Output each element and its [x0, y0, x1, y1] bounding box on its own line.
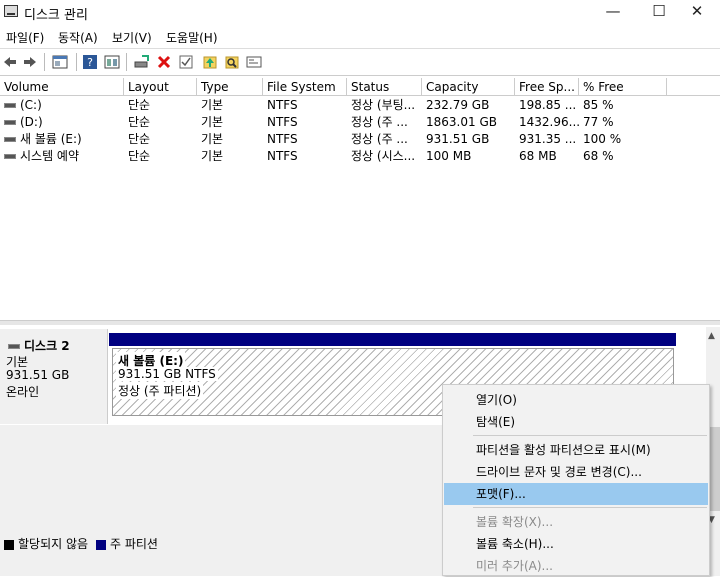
partition-status: 정상 (주 파티션) [116, 382, 204, 399]
capacity-cell: 232.79 GB [426, 98, 490, 112]
column-header-type[interactable]: Type [197, 78, 263, 96]
menu-action[interactable]: 동작(A) [58, 29, 98, 46]
file-system-cell: NTFS [267, 115, 298, 129]
free-space-cell: 1432.96... [519, 115, 579, 129]
percent-free-cell: 85 % [583, 98, 614, 112]
volume-cell: (D:) [0, 114, 124, 131]
type-cell: 기본 [201, 98, 224, 112]
close-button[interactable]: ✕ [674, 0, 720, 24]
capacity-cell: 100 MB [426, 149, 472, 163]
disk-status: 온라인 [6, 385, 40, 399]
menu-bar: 파일(F) 동작(A) 보기(V) 도움말(H) [0, 26, 720, 48]
status-cell: 정상 (시스... [351, 149, 416, 163]
toolbar-separator [76, 53, 77, 71]
menu-item-open[interactable]: 열기(O) [444, 389, 708, 411]
column-header-free-space[interactable]: Free Sp... [515, 78, 579, 96]
layout-cell: 단순 [128, 115, 151, 129]
window-title: 디스크 관리 [24, 8, 88, 23]
type-cell: 기본 [201, 132, 224, 146]
disk-icon [8, 344, 20, 349]
layout-cell: 단순 [128, 98, 151, 112]
volume-list: Volume Layout Type File System Status Ca… [0, 78, 720, 320]
column-header-percent-free[interactable]: % Free [579, 78, 667, 96]
column-header-filler [667, 78, 720, 96]
svg-text:?: ? [87, 56, 93, 69]
properties-icon[interactable] [52, 54, 68, 70]
column-header-capacity[interactable]: Capacity [422, 78, 515, 96]
menu-item-change-drive-letter[interactable]: 드라이브 문자 및 경로 변경(C)... [444, 461, 708, 483]
menu-separator [473, 507, 707, 508]
menu-item-extend-volume[interactable]: 볼륨 확장(X)... [444, 511, 708, 533]
drive-icon [4, 154, 16, 159]
menu-item-explore[interactable]: 탐색(E) [444, 411, 708, 433]
drive-icon [4, 137, 16, 142]
legend-item-unallocated: 할당되지 않음 [4, 535, 88, 552]
percent-free-cell: 77 % [583, 115, 614, 129]
volume-cell: 새 볼륨 (E:) [0, 131, 124, 148]
percent-free-cell: 100 % [583, 132, 622, 146]
drive-icon [4, 120, 16, 125]
column-header-layout[interactable]: Layout [124, 78, 197, 96]
file-system-cell: NTFS [267, 98, 298, 112]
drive-icon [4, 103, 16, 108]
partition-header-bar [109, 333, 676, 346]
menu-file[interactable]: 파일(F) [6, 29, 44, 46]
free-space-cell: 931.35 ... [519, 132, 577, 146]
toolbar-separator [126, 53, 127, 71]
type-cell: 기본 [201, 115, 224, 129]
layout-cell: 단순 [128, 149, 151, 163]
title-bar: 디스크 관리 — ☐ ✕ [0, 0, 720, 24]
search-icon[interactable] [224, 54, 240, 70]
scroll-up-arrow-icon[interactable]: ▲ [708, 331, 715, 341]
view-icon[interactable] [104, 54, 120, 70]
menu-item-shrink-volume[interactable]: 볼륨 축소(H)... [444, 533, 708, 555]
settings-icon[interactable] [246, 54, 262, 70]
percent-free-cell: 68 % [583, 149, 614, 163]
menu-view[interactable]: 보기(V) [112, 29, 152, 46]
back-icon[interactable] [2, 54, 18, 70]
file-system-cell: NTFS [267, 132, 298, 146]
capacity-cell: 1863.01 GB [426, 115, 497, 129]
layout-cell: 단순 [128, 132, 151, 146]
volume-cell: 시스템 예약 [0, 148, 124, 165]
help-icon[interactable]: ? [82, 54, 98, 70]
capacity-cell: 931.51 GB [426, 132, 490, 146]
menu-separator [473, 435, 707, 436]
status-cell: 정상 (주 ... [351, 132, 408, 146]
menu-item-format[interactable]: 포맷(F)... [444, 483, 708, 505]
disk-management-app-icon [4, 5, 18, 17]
status-cell: 정상 (부팅... [351, 98, 416, 112]
menu-item-add-mirror[interactable]: 미러 추가(A)... [444, 555, 708, 577]
forward-icon[interactable] [22, 54, 38, 70]
volume-cell: (C:) [0, 97, 124, 114]
minimize-button[interactable]: — [590, 0, 636, 24]
legend-swatch [96, 539, 106, 550]
column-header-file-system[interactable]: File System [263, 78, 347, 96]
column-header-status[interactable]: Status [347, 78, 422, 96]
toolbar: ? [0, 48, 720, 76]
free-space-cell: 198.85 ... [519, 98, 577, 112]
up-icon[interactable] [202, 54, 218, 70]
type-cell: 기본 [201, 149, 224, 163]
partition-size-fs: 931.51 GB NTFS [116, 367, 218, 381]
disk-size: 931.51 GB [6, 368, 70, 382]
free-space-cell: 68 MB [519, 149, 557, 163]
legend-swatch [4, 539, 14, 550]
column-header-volume[interactable]: Volume [0, 78, 124, 96]
toolbar-separator [44, 53, 45, 71]
check-icon[interactable] [178, 54, 194, 70]
file-system-cell: NTFS [267, 149, 298, 163]
disk-name: 디스크 2 [8, 337, 70, 354]
connect-drive-icon[interactable] [134, 54, 150, 70]
menu-item-mark-active[interactable]: 파티션을 활성 파티션으로 표시(M) [444, 439, 708, 461]
disk-info-panel[interactable]: 디스크 2 기본 931.51 GB 온라인 [0, 329, 108, 424]
menu-help[interactable]: 도움말(H) [166, 29, 218, 46]
status-cell: 정상 (주 ... [351, 115, 408, 129]
legend-item-primary-partition: 주 파티션 [96, 535, 158, 552]
delete-icon[interactable] [156, 54, 172, 70]
context-menu: 열기(O) 탐색(E) 파티션을 활성 파티션으로 표시(M) 드라이브 문자 … [442, 384, 710, 576]
